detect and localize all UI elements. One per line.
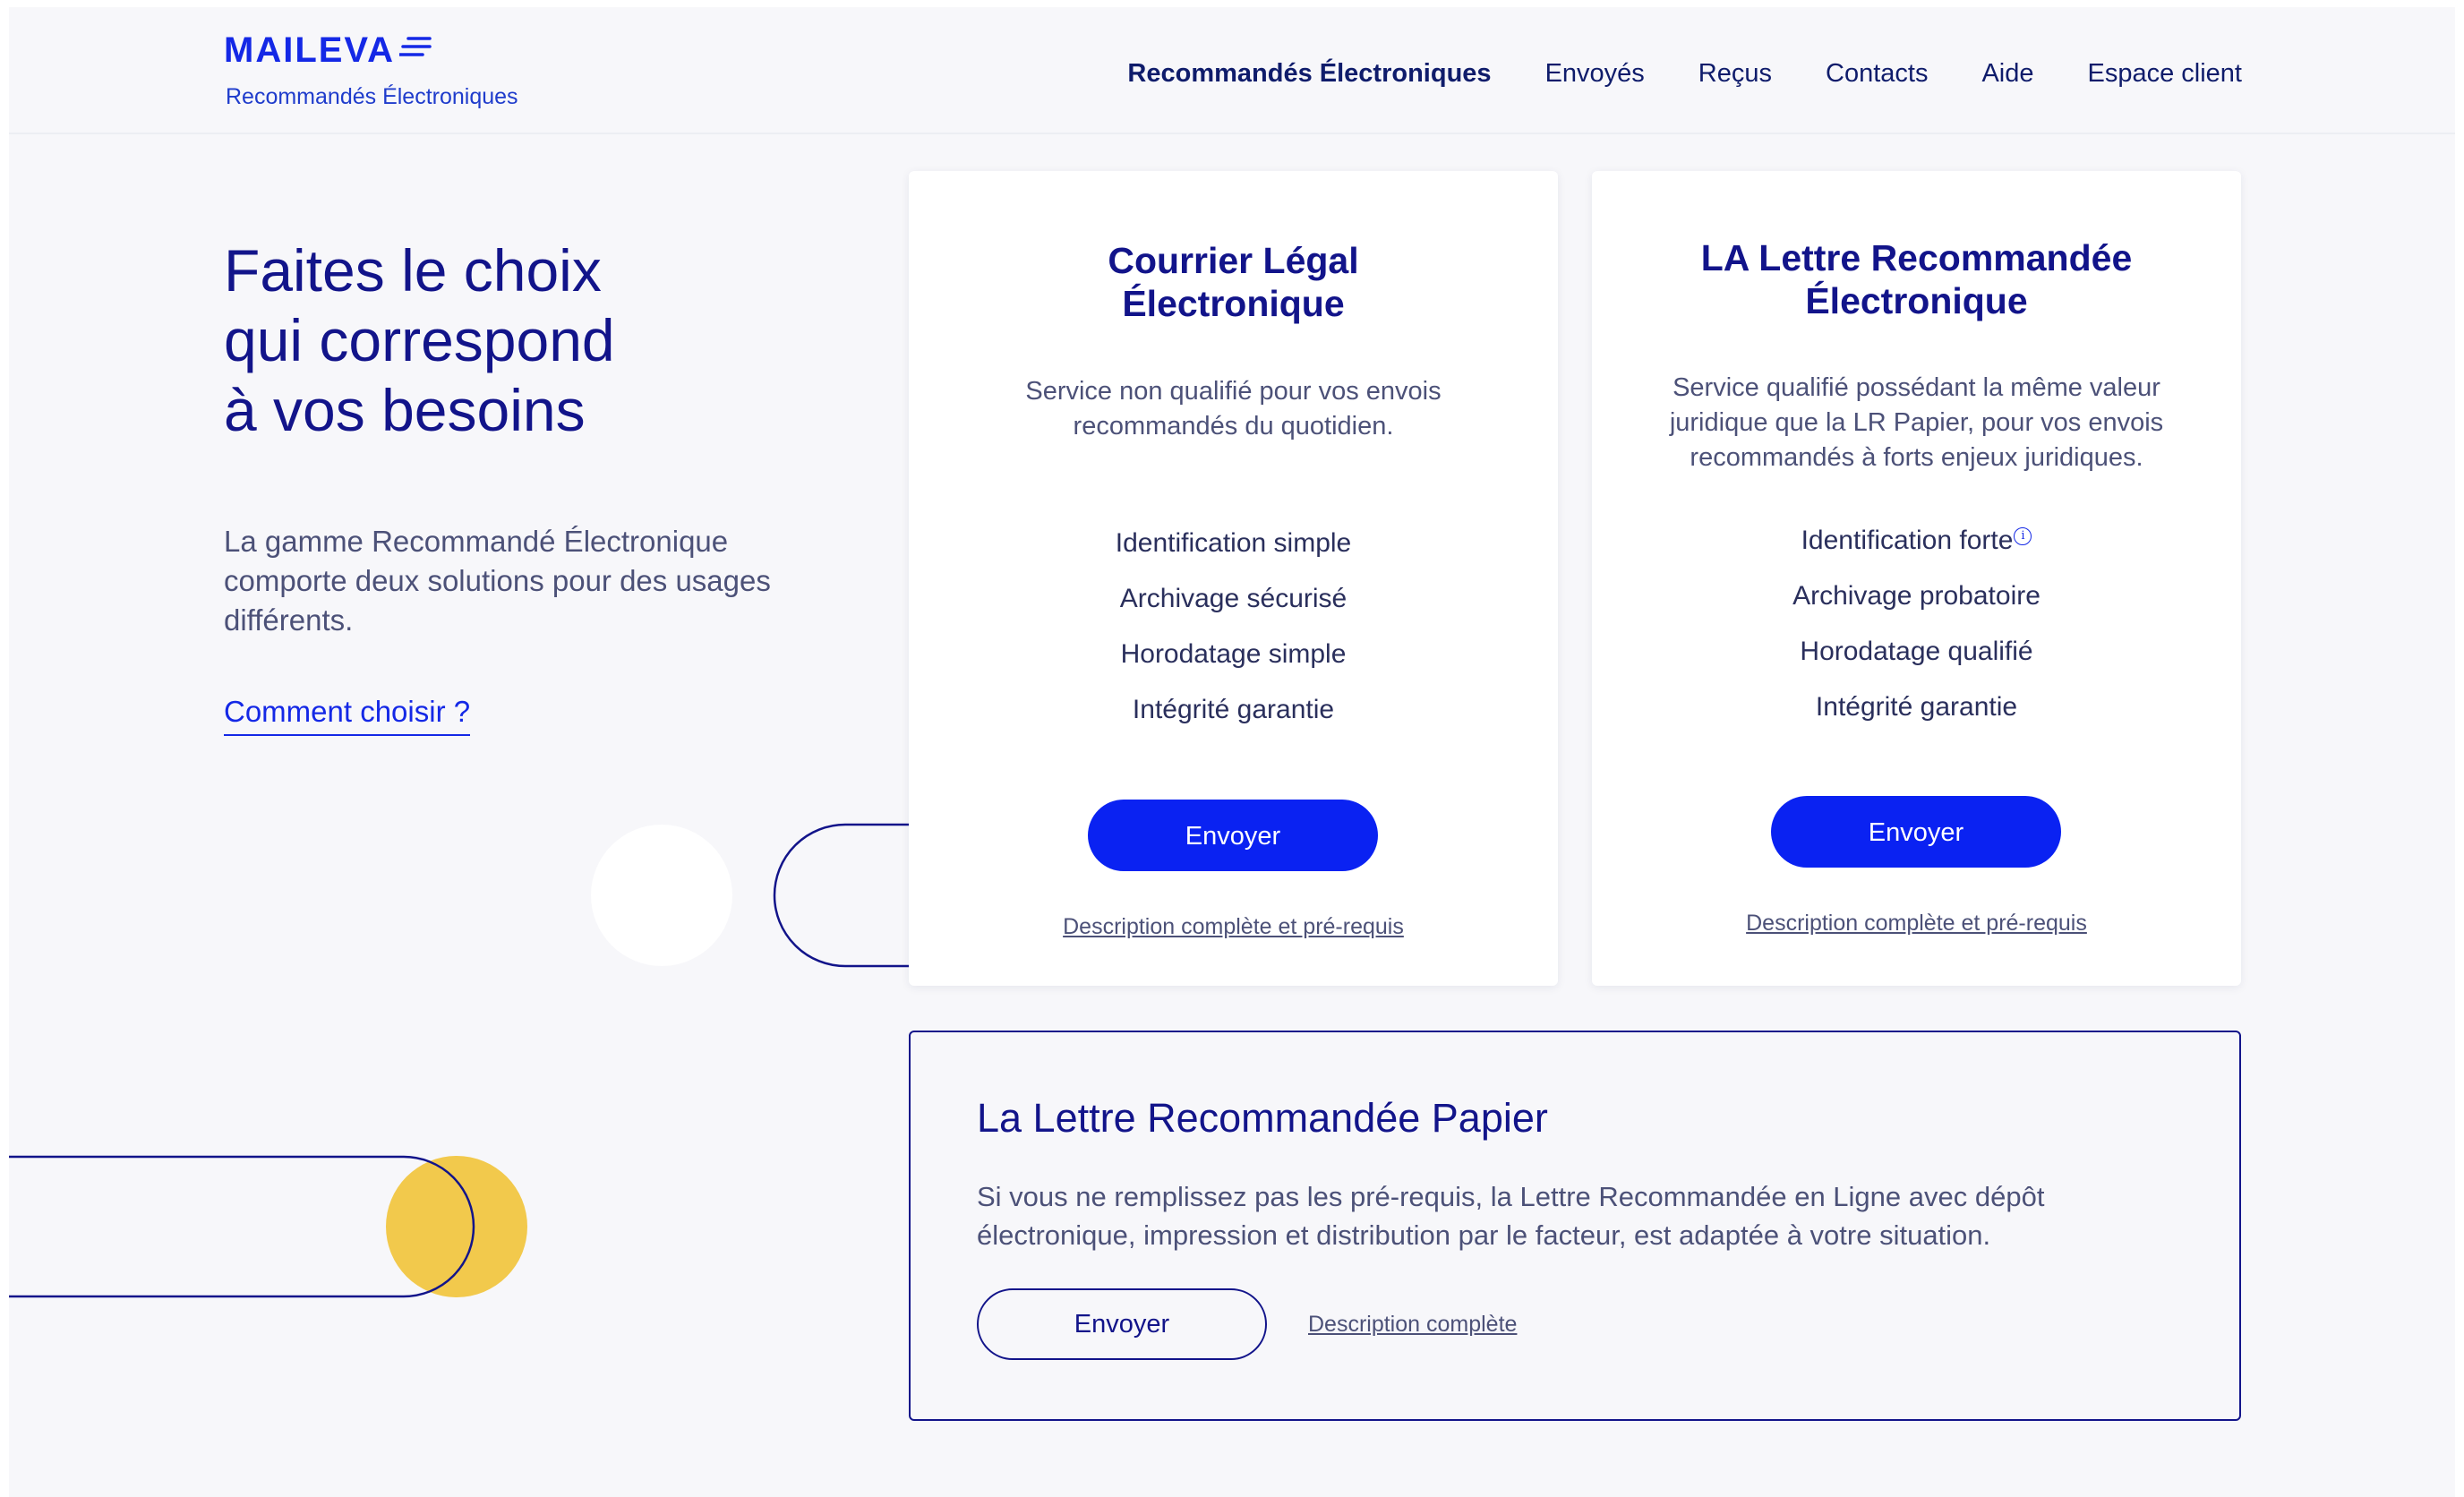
feature-item: Identification simple (1115, 528, 1352, 558)
card-description: Service qualifié possédant la même valeu… (1669, 373, 2164, 472)
feature-item: Identification forte i (1592, 513, 2241, 569)
hero-title-line: à vos besoins (224, 377, 586, 443)
page: MAILEVA Recommandés Électroniques Recomm… (9, 7, 2455, 1497)
card-courrier-legal: Courrier Légal Électronique Service non … (909, 171, 1558, 986)
info-icon[interactable]: i (2014, 527, 2032, 545)
feature-item: Intégrité garantie (1132, 695, 1335, 724)
feature-label: Identification forte (1801, 526, 2014, 555)
feature-item: Intégrité garantie (1815, 692, 2018, 722)
card-title-line: Électronique (1122, 283, 1345, 324)
card-description: Service non qualifié pour vos envois rec… (1025, 377, 1442, 441)
card-title: Courrier Légal Électronique (909, 239, 1558, 325)
envoyer-button[interactable]: Envoyer (1088, 800, 1378, 871)
card-title-line: Courrier Légal (1108, 240, 1359, 281)
card-title: LA Lettre Recommandée Électronique (1592, 236, 2241, 322)
feature-item: Horodatage simple (1120, 639, 1347, 669)
card-lettre-recommandee-papier: La Lettre Recommandée Papier Si vous ne … (909, 1031, 2241, 1421)
paper-description: Si vous ne remplissez pas les pré-requis… (977, 1181, 2045, 1251)
feature-list: Identification forte i Archivage probatoi… (1592, 513, 2241, 735)
hero-title-line: Faites le choix (224, 237, 602, 304)
card-title-line: Électronique (1805, 280, 2028, 321)
feature-list: Identification simple Archivage sécurisé… (909, 516, 1558, 738)
envoyer-button[interactable]: Envoyer (1771, 796, 2061, 868)
hero-title: Faites le choix qui correspond à vos bes… (224, 235, 851, 445)
feature-item: Archivage probatoire (1792, 581, 2040, 611)
description-complete-link[interactable]: Description complète (1308, 1312, 1517, 1338)
card-lettre-recommandee-electronique: LA Lettre Recommandée Électronique Servi… (1592, 171, 2241, 986)
description-link[interactable]: Description complète et pré-requis (1592, 911, 2241, 937)
feature-item: Horodatage qualifié (1800, 637, 2033, 666)
card-title-line: LA Lettre Recommandée (1700, 237, 2133, 278)
description-link[interactable]: Description complète et pré-requis (909, 914, 1558, 940)
feature-item: Archivage sécurisé (1119, 584, 1348, 613)
comment-choisir-link[interactable]: Comment choisir ? (224, 695, 471, 736)
hero-description: La gamme Recommandé Électronique comport… (224, 525, 771, 637)
envoyer-outline-button[interactable]: Envoyer (977, 1288, 1267, 1360)
hero-title-line: qui correspond (224, 307, 615, 373)
paper-title: La Lettre Recommandée Papier (977, 1095, 1548, 1141)
